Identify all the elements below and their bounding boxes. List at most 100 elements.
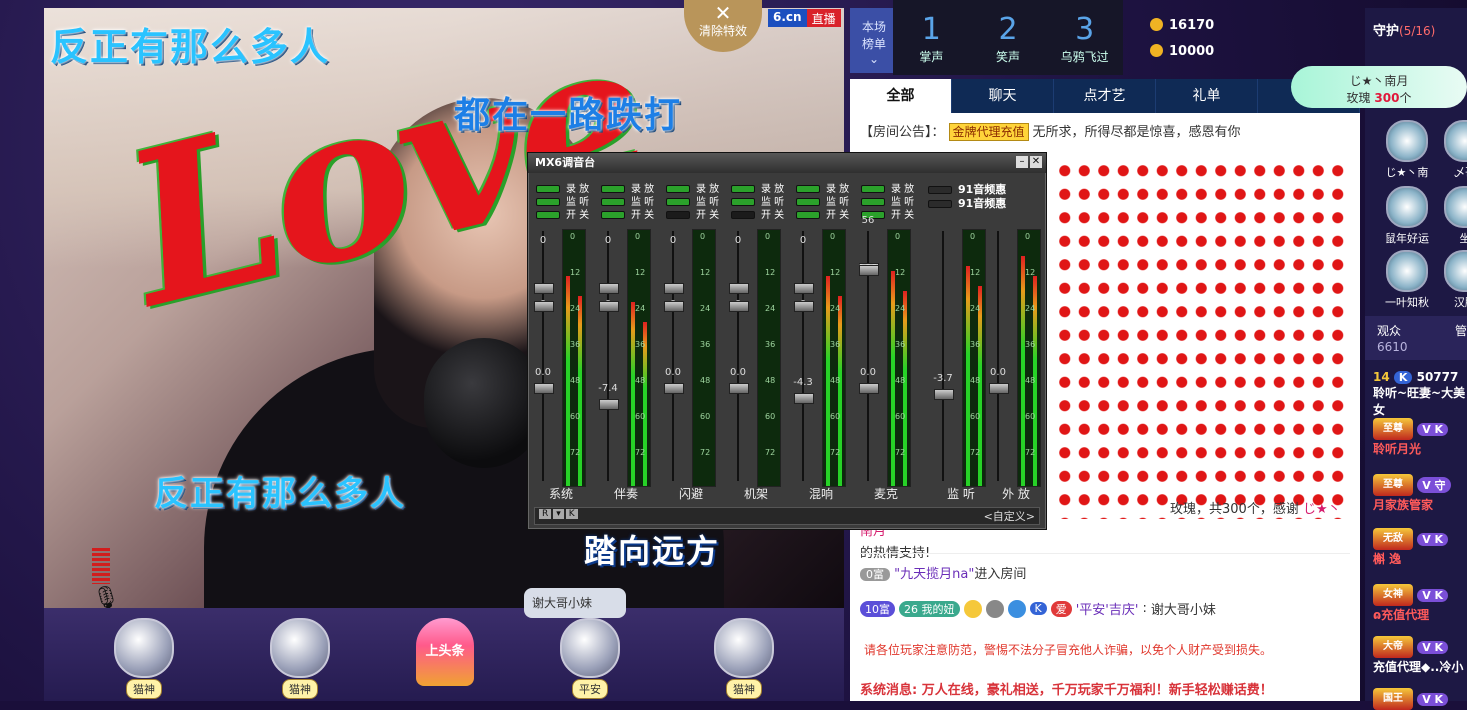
dropdown-button[interactable]: ▾ [553, 509, 564, 519]
guest-seat[interactable]: 猫神 [696, 618, 792, 698]
custom-preset-button[interactable]: <自定义> [984, 508, 1035, 524]
mixer-title[interactable]: MX6调音台 [528, 153, 1046, 173]
tab-all[interactable]: 全部 [850, 79, 952, 113]
guard-member[interactable]: 坐 [1435, 186, 1467, 246]
user-list-item[interactable]: 至尊 V 守月家族管家 [1373, 474, 1451, 513]
channel-toggle[interactable] [536, 211, 560, 219]
tab-gift-list[interactable]: 礼单 [1156, 79, 1258, 113]
meter-scale: 12 [700, 268, 710, 277]
fader-knob[interactable] [859, 383, 879, 394]
user-tags: K [1394, 371, 1413, 384]
fader-knob[interactable] [664, 301, 684, 312]
user-list-item[interactable]: 女神 V Kɷ充值代理 [1373, 584, 1448, 623]
reaction-crow[interactable]: 3乌鸦飞过 [1046, 0, 1123, 75]
guard-label: 守护 [1373, 24, 1399, 39]
user-list-item[interactable]: 至尊 V K聆听月光 [1373, 418, 1448, 457]
channel-toggle[interactable] [601, 211, 625, 219]
fader-knob[interactable] [934, 389, 954, 400]
fader-knob[interactable] [599, 283, 619, 294]
seat-name: 猫神 [726, 679, 762, 699]
user-list-item[interactable]: 大帝 V K充值代理◆..冷小 [1373, 636, 1463, 675]
fader-knob[interactable] [729, 301, 749, 312]
channel-toggle[interactable] [796, 198, 820, 206]
notice-tag[interactable]: 金牌代理充值 [949, 123, 1029, 141]
channel-fader[interactable]: 561000.0 [863, 231, 873, 481]
channel-fader[interactable]: -3.7 [938, 231, 948, 481]
channel-toggle[interactable] [796, 185, 820, 193]
fader-knob[interactable] [664, 283, 684, 294]
tab-talent[interactable]: 点才艺 [1054, 79, 1156, 113]
mixer-window[interactable]: MX6调音台 – ✕ 录 放监 听开 关000.00122436486072系统… [527, 152, 1047, 530]
close-button[interactable]: ✕ [1030, 156, 1042, 168]
headline-button[interactable]: 上头条 [416, 618, 474, 686]
fader-knob[interactable] [729, 283, 749, 294]
microphone-icon[interactable]: 🎙 [92, 586, 120, 608]
channel-toggle[interactable] [536, 185, 560, 193]
user-list-item[interactable]: 国王 V K [1373, 688, 1448, 710]
avatar [1444, 120, 1467, 162]
fader-knob[interactable] [534, 301, 554, 312]
fan-name: 我的妞 [922, 603, 955, 616]
fader-knob[interactable] [794, 301, 814, 312]
channel-toggle[interactable] [601, 198, 625, 206]
channel-toggle[interactable] [861, 185, 885, 193]
fader-knob[interactable] [534, 383, 554, 394]
channel-fader[interactable]: 000.0 [668, 231, 678, 481]
guard-member[interactable]: じ★丶南 [1377, 120, 1437, 180]
guard-member[interactable]: 一叶知秋 [1377, 250, 1437, 310]
channel-fader[interactable]: 0.0 [993, 231, 1003, 481]
record-button[interactable]: R [539, 509, 551, 519]
tab-manager[interactable]: 管 [1455, 322, 1467, 339]
tab-chat[interactable]: 聊天 [952, 79, 1054, 113]
channel-fader[interactable]: 00-4.3 [798, 231, 808, 481]
notice-text: 无所求，所得尽都是惊喜，感恩有你 [1033, 125, 1241, 140]
fader-knob[interactable] [664, 383, 684, 394]
meter-scale: 12 [765, 268, 775, 277]
preset-toggle[interactable] [928, 186, 952, 194]
audience-tab[interactable]: 观众 6610 管 [1365, 316, 1467, 360]
guard-member[interactable]: 乄哥 [1435, 120, 1467, 180]
karaoke-button[interactable]: K [566, 509, 578, 519]
channel-fader[interactable]: 000.0 [538, 231, 548, 481]
channel-toggle[interactable] [601, 185, 625, 193]
room-ranking-button[interactable]: 本场 榜单 ⌄ [850, 8, 898, 73]
channel-toggle[interactable] [666, 211, 690, 219]
fader-knob[interactable] [989, 383, 1009, 394]
minimize-button[interactable]: – [1016, 156, 1028, 168]
channel-toggle[interactable] [861, 198, 885, 206]
seat-tooltip: 谢大哥小妹 [524, 588, 626, 618]
channel-fader[interactable]: 00-7.4 [603, 231, 613, 481]
fader-knob[interactable] [859, 265, 879, 276]
chat-user[interactable]: '平安'吉庆' [1076, 599, 1139, 618]
fader-knob[interactable] [599, 301, 619, 312]
fader-knob[interactable] [534, 283, 554, 294]
channel-toggle[interactable] [536, 198, 560, 206]
channel-fader[interactable]: 000.0 [733, 231, 743, 481]
channel-toggle[interactable] [796, 211, 820, 219]
guard-member[interactable]: 汉腾 [1435, 250, 1467, 310]
guest-seat[interactable]: 猫神 [96, 618, 192, 698]
fader-knob[interactable] [794, 283, 814, 294]
rank-badge: 大帝 [1373, 636, 1413, 658]
fader-knob[interactable] [729, 383, 749, 394]
channel-toggle[interactable] [666, 185, 690, 193]
lyric-line: 都在一路跌打 [454, 86, 682, 138]
guest-seat[interactable]: 平安 [542, 618, 638, 698]
channel-toggle[interactable] [666, 198, 690, 206]
fader-knob[interactable] [599, 399, 619, 410]
meter-scale: 72 [970, 448, 980, 457]
reaction-applause[interactable]: 1掌声 [893, 0, 970, 75]
preset-toggle[interactable] [928, 200, 952, 208]
site-logo[interactable]: 6.cn 直播 [768, 9, 841, 27]
enter-user[interactable]: "九天揽月na" [894, 567, 974, 582]
fader-knob[interactable] [794, 393, 814, 404]
channel-toggle[interactable] [731, 185, 755, 193]
guard-member[interactable]: 鼠年好运 [1377, 186, 1437, 246]
user-list-item[interactable]: 无敌 V K槲 逸 [1373, 528, 1448, 567]
guest-seat[interactable]: 猫神 [252, 618, 348, 698]
channel-toggle[interactable] [731, 211, 755, 219]
reaction-laugh[interactable]: 2笑声 [970, 0, 1047, 75]
channel-toggle[interactable] [731, 198, 755, 206]
fan-level: 26 [904, 603, 918, 616]
user-list-item[interactable]: 14 K 50777聆听~旺妻~大美女 [1373, 370, 1467, 418]
